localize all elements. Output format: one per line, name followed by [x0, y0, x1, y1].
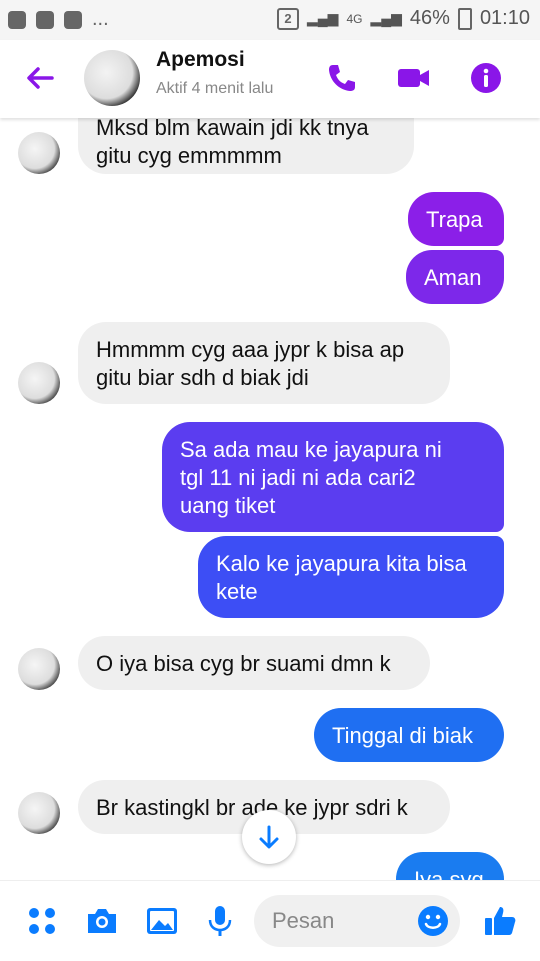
message-bubble-received[interactable]: Hmmmm cyg aaa jypr k bisa ap gitu biar s… [78, 322, 450, 404]
message-bubble-sent[interactable]: Kalo ke jayapura kita bisa kete [198, 536, 504, 618]
clock: 01:10 [479, 7, 530, 29]
sim-badge: 2 [276, 7, 299, 30]
message-bubble-received[interactable]: O iya bisa cyg br suami dmn k [78, 636, 430, 690]
message-bubble-sent[interactable]: Sa ada mau ke jayapura ni tgl 11 ni jadi… [162, 422, 504, 532]
gallery-icon[interactable] [144, 903, 180, 939]
message-input-placeholder: Pesan [272, 908, 335, 933]
chat-header: Apemosi Aktif 4 menit lalu [0, 40, 540, 118]
more-notifications-text: ... [92, 8, 109, 30]
sender-avatar[interactable] [18, 362, 60, 404]
network-type: 4G [346, 11, 363, 26]
scroll-to-bottom-button[interactable] [242, 810, 296, 864]
sender-avatar[interactable] [18, 132, 60, 174]
message-notification-icon [36, 10, 54, 29]
signal-strength-icon: ▂▄▆ [370, 10, 402, 26]
phone-call-icon[interactable] [324, 60, 360, 96]
active-status: Aktif 4 menit lalu [156, 80, 274, 97]
back-arrow-icon[interactable] [20, 58, 60, 98]
signal-icon: ▂▄▆ [306, 10, 339, 26]
camera-icon[interactable] [84, 903, 120, 939]
arrow-down-icon [259, 825, 279, 849]
message-bubble-sent[interactable]: Trapa [408, 192, 504, 246]
message-input[interactable]: Pesan [254, 895, 460, 947]
sender-avatar[interactable] [18, 792, 60, 834]
emoji-icon[interactable] [416, 904, 450, 938]
message-bubble-sent[interactable]: Tinggal di biak [314, 708, 504, 762]
battery-icon [457, 7, 472, 30]
message-list[interactable]: Mksd blm kawain jdi kk tnya gitu cyg emm… [0, 118, 540, 880]
status-bar: ... 2 ▂▄▆ 4G ▂▄▆ 46% 01:10 [0, 0, 540, 40]
battery-percent: 46% [409, 7, 450, 29]
more-apps-icon[interactable] [24, 903, 60, 939]
sender-avatar[interactable] [18, 648, 60, 690]
facebook-notification-icon [64, 10, 82, 29]
info-icon[interactable] [468, 60, 504, 96]
message-bubble-received[interactable]: Mksd blm kawain jdi kk tnya gitu cyg emm… [78, 118, 414, 174]
thumbs-up-icon[interactable] [482, 903, 518, 939]
message-bubble-sent[interactable]: Aman [406, 250, 504, 304]
contact-name[interactable]: Apemosi [156, 48, 245, 72]
message-bubble-sent[interactable]: Iya syg [396, 852, 504, 880]
microphone-icon[interactable] [202, 903, 238, 939]
contact-avatar[interactable] [84, 50, 140, 106]
composer-bar: Pesan [0, 880, 540, 961]
video-call-icon[interactable] [396, 60, 432, 96]
messenger-notification-icon [8, 10, 26, 29]
